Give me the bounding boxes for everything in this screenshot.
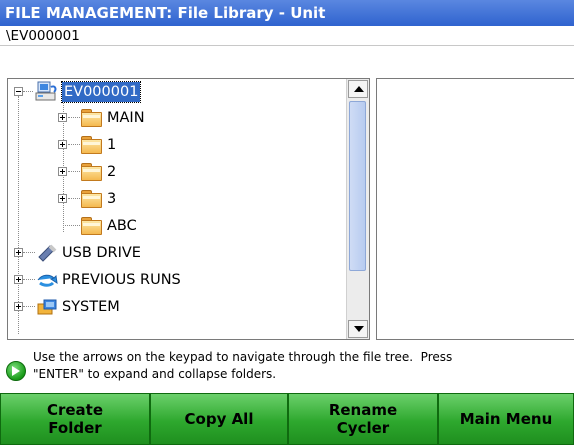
- file-tree-panel[interactable]: EV000001 MAIN 1 2 3 ABC USB DRIVE PREVIO…: [7, 78, 370, 340]
- hint-text: Use the arrows on the keypad to navigate…: [33, 349, 574, 383]
- usb-drive-icon: [36, 244, 58, 262]
- tree-connector: [23, 279, 35, 280]
- tree-item-label: ABC: [107, 218, 137, 234]
- collapse-icon[interactable]: [14, 87, 23, 96]
- folder-icon: [80, 162, 102, 181]
- tree-connector: [68, 117, 80, 118]
- scrollbar-thumb[interactable]: [349, 101, 366, 271]
- tree-item-label: USB DRIVE: [62, 245, 141, 261]
- hint-line-2: "ENTER" to expand and collapse folders.: [33, 367, 277, 381]
- tree-connector: [68, 171, 80, 172]
- arrow-up-icon: [354, 86, 364, 92]
- file-tree[interactable]: EV000001 MAIN 1 2 3 ABC USB DRIVE PREVIO…: [8, 79, 346, 339]
- system-icon: [36, 298, 58, 316]
- expand-icon[interactable]: [58, 167, 67, 176]
- tree-item-1[interactable]: 1: [8, 132, 338, 158]
- tree-item-label: SYSTEM: [62, 299, 120, 315]
- tree-connector: [23, 91, 33, 92]
- tree-item-3[interactable]: 3: [8, 186, 338, 212]
- tree-connector: [63, 225, 80, 226]
- rename-cycler-button[interactable]: Rename Cycler: [288, 393, 438, 445]
- previous-runs-icon: [36, 271, 58, 289]
- folder-icon: [80, 108, 102, 127]
- file-preview-panel: [376, 78, 574, 340]
- folder-icon: [80, 189, 102, 208]
- tree-item-label: 2: [107, 164, 117, 180]
- expand-icon[interactable]: [58, 140, 67, 149]
- tree-connector: [68, 198, 80, 199]
- scroll-up-button[interactable]: [348, 80, 368, 98]
- arrow-down-icon: [354, 326, 364, 332]
- tree-item-label: EV000001: [60, 81, 142, 103]
- tree-item-previous-runs[interactable]: PREVIOUS RUNS: [8, 267, 338, 293]
- folder-icon: [80, 216, 102, 235]
- main-menu-button[interactable]: Main Menu: [438, 393, 574, 445]
- tree-connector: [68, 144, 80, 145]
- tree-item-label: 3: [107, 191, 117, 207]
- scroll-down-button[interactable]: [348, 320, 368, 338]
- tree-item-usb-drive[interactable]: USB DRIVE: [8, 240, 338, 266]
- green-arrow-icon: [6, 361, 26, 381]
- tree-item-main[interactable]: MAIN: [8, 105, 338, 131]
- tree-scrollbar[interactable]: [346, 79, 369, 339]
- window-title: FILE MANAGEMENT: File Library - Unit: [0, 0, 574, 26]
- tree-item-label: PREVIOUS RUNS: [62, 272, 181, 288]
- expand-icon[interactable]: [14, 302, 23, 311]
- unit-computer-icon: [35, 81, 59, 103]
- expand-icon[interactable]: [58, 113, 67, 122]
- tree-item-abc[interactable]: ABC: [8, 213, 338, 239]
- tree-item-label: MAIN: [107, 110, 145, 126]
- current-path: \EV000001: [0, 26, 574, 46]
- create-folder-button[interactable]: Create Folder: [0, 393, 150, 445]
- expand-icon[interactable]: [58, 194, 67, 203]
- tree-connector: [23, 306, 35, 307]
- tree-item-label: 1: [107, 137, 117, 153]
- hint-line-1: Use the arrows on the keypad to navigate…: [33, 350, 453, 364]
- tree-item-2[interactable]: 2: [8, 159, 338, 185]
- tree-connector: [23, 252, 35, 253]
- function-button-bar: Create Folder Copy All Rename Cycler Mai…: [0, 393, 574, 445]
- expand-icon[interactable]: [14, 275, 23, 284]
- tree-item-system[interactable]: SYSTEM: [8, 294, 338, 320]
- expand-icon[interactable]: [14, 248, 23, 257]
- hint-box: Use the arrows on the keypad to navigate…: [0, 347, 574, 393]
- copy-all-button[interactable]: Copy All: [150, 393, 288, 445]
- tree-item-ev000001[interactable]: EV000001: [8, 79, 338, 105]
- folder-icon: [80, 135, 102, 154]
